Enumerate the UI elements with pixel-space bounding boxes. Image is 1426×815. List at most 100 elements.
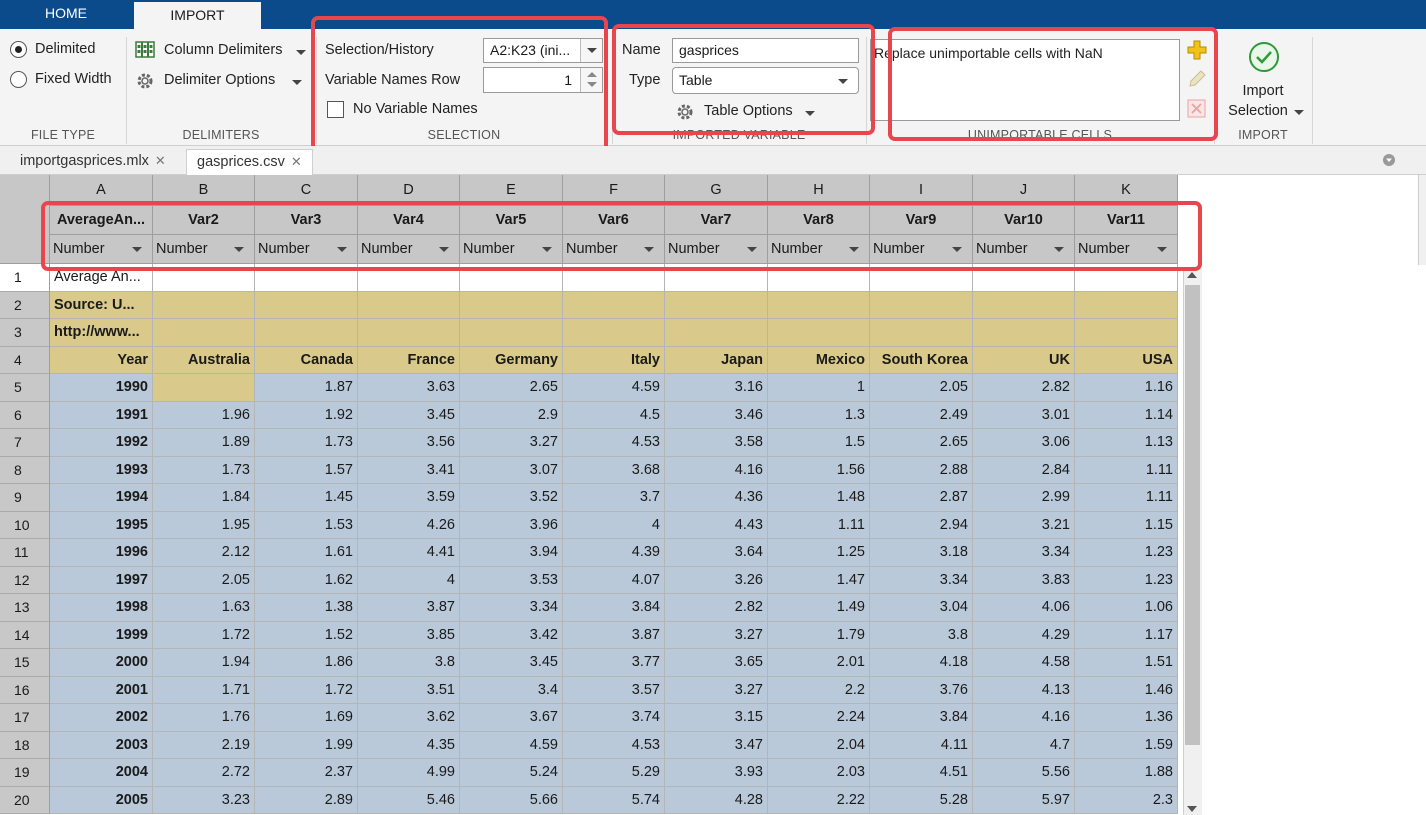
- grid-cell[interactable]: Average An...: [50, 264, 153, 292]
- grid-cell[interactable]: 4.53: [563, 429, 665, 457]
- grid-cell[interactable]: 2002: [50, 704, 153, 732]
- column-letter-header[interactable]: B: [153, 175, 255, 206]
- grid-cell[interactable]: 4.5: [563, 401, 665, 429]
- grid-cell[interactable]: 3.34: [973, 539, 1075, 567]
- grid-cell[interactable]: 1.36: [1075, 704, 1178, 732]
- grid-cell[interactable]: 4.99: [358, 759, 460, 787]
- grid-cell[interactable]: 4: [563, 511, 665, 539]
- grid-cell[interactable]: 5.24: [460, 759, 563, 787]
- grid-cell[interactable]: [973, 319, 1075, 347]
- grid-cell[interactable]: 1.51: [1075, 649, 1178, 677]
- grid-cell[interactable]: 1.11: [1075, 484, 1178, 512]
- grid-cell[interactable]: [870, 291, 973, 319]
- grid-cell[interactable]: [153, 291, 255, 319]
- column-letter-header[interactable]: C: [255, 175, 358, 206]
- variable-name-cell[interactable]: Var8: [768, 206, 870, 235]
- grid-cell[interactable]: 3.53: [460, 566, 563, 594]
- grid-cell[interactable]: 1.23: [1075, 539, 1178, 567]
- grid-cell[interactable]: [153, 264, 255, 292]
- grid-cell[interactable]: 3.26: [665, 566, 768, 594]
- variable-name-input[interactable]: gasprices: [672, 38, 859, 63]
- scroll-down-icon[interactable]: [1187, 806, 1197, 812]
- fixed-width-radio[interactable]: [10, 71, 27, 88]
- scroll-up-icon[interactable]: [1187, 272, 1197, 278]
- row-number[interactable]: 9: [0, 484, 50, 512]
- grid-cell[interactable]: 1996: [50, 539, 153, 567]
- grid-cell[interactable]: 3.58: [665, 429, 768, 457]
- grid-cell[interactable]: 1.73: [255, 429, 358, 457]
- variable-name-cell[interactable]: Var7: [665, 206, 768, 235]
- grid-cell[interactable]: 2.19: [153, 731, 255, 759]
- variable-type-dropdown[interactable]: Number: [50, 235, 153, 264]
- grid-cell[interactable]: 2.88: [870, 456, 973, 484]
- grid-cell[interactable]: 4.07: [563, 566, 665, 594]
- grid-cell[interactable]: 1.57: [255, 456, 358, 484]
- grid-cell[interactable]: 5.74: [563, 786, 665, 814]
- grid-cell[interactable]: 1.62: [255, 566, 358, 594]
- spinner-down-icon[interactable]: [587, 82, 597, 87]
- import-selection-button[interactable]: Import Selection: [1220, 41, 1306, 121]
- row-number[interactable]: 5: [0, 374, 50, 402]
- grid-cell[interactable]: 1994: [50, 484, 153, 512]
- grid-cell[interactable]: 1.15: [1075, 511, 1178, 539]
- grid-cell[interactable]: 4.18: [870, 649, 973, 677]
- close-icon[interactable]: ✕: [155, 153, 166, 168]
- grid-cell[interactable]: 1.17: [1075, 621, 1178, 649]
- close-icon[interactable]: ✕: [291, 154, 302, 169]
- row-number[interactable]: 6: [0, 401, 50, 429]
- grid-cell[interactable]: 3.87: [563, 621, 665, 649]
- grid-cell[interactable]: 3.34: [870, 566, 973, 594]
- grid-cell[interactable]: 4.59: [460, 731, 563, 759]
- row-number[interactable]: 3: [0, 319, 50, 347]
- grid-cell[interactable]: 2.37: [255, 759, 358, 787]
- grid-cell[interactable]: 1.11: [768, 511, 870, 539]
- grid-cell[interactable]: 2.24: [768, 704, 870, 732]
- grid-cell[interactable]: 2.3: [1075, 786, 1178, 814]
- row-number[interactable]: 11: [0, 539, 50, 567]
- grid-cell[interactable]: 2.84: [973, 456, 1075, 484]
- grid-cell[interactable]: 4.43: [665, 511, 768, 539]
- grid-cell[interactable]: 2.12: [153, 539, 255, 567]
- grid-cell[interactable]: 4.36: [665, 484, 768, 512]
- variable-name-cell[interactable]: Var10: [973, 206, 1075, 235]
- row-number[interactable]: 7: [0, 429, 50, 457]
- row-number[interactable]: 2: [0, 291, 50, 319]
- row-number[interactable]: 17: [0, 704, 50, 732]
- grid-cell[interactable]: 3.46: [665, 401, 768, 429]
- column-letter-header[interactable]: G: [665, 175, 768, 206]
- grid-cell[interactable]: 2003: [50, 731, 153, 759]
- grid-cell[interactable]: 3.8: [870, 621, 973, 649]
- grid-cell[interactable]: 5.66: [460, 786, 563, 814]
- grid-cell[interactable]: [1075, 319, 1178, 347]
- delimited-radio[interactable]: [10, 41, 27, 58]
- grid-cell[interactable]: [665, 291, 768, 319]
- grid-cell[interactable]: 3.34: [460, 594, 563, 622]
- grid-cell[interactable]: Japan: [665, 346, 768, 374]
- row-number[interactable]: 4: [0, 346, 50, 374]
- column-letter-header[interactable]: A: [50, 175, 153, 206]
- grid-cell[interactable]: 3.57: [563, 676, 665, 704]
- grid-cell[interactable]: 1.99: [255, 731, 358, 759]
- grid-cell[interactable]: 2.94: [870, 511, 973, 539]
- grid-cell[interactable]: 1997: [50, 566, 153, 594]
- grid-cell[interactable]: 1.56: [768, 456, 870, 484]
- variable-names-row-spinner[interactable]: 1: [483, 67, 603, 93]
- grid-cell[interactable]: [665, 319, 768, 347]
- grid-cell[interactable]: 1.16: [1075, 374, 1178, 402]
- grid-cell[interactable]: 2.87: [870, 484, 973, 512]
- grid-cell[interactable]: 1.84: [153, 484, 255, 512]
- grid-cell[interactable]: 3.51: [358, 676, 460, 704]
- grid-cell[interactable]: 1.3: [768, 401, 870, 429]
- grid-cell[interactable]: 3.93: [665, 759, 768, 787]
- grid-cell[interactable]: 2.89: [255, 786, 358, 814]
- grid-cell[interactable]: 4.11: [870, 731, 973, 759]
- variable-type-dropdown[interactable]: Number: [358, 235, 460, 264]
- grid-cell[interactable]: 1.52: [255, 621, 358, 649]
- grid-cell[interactable]: 4.59: [563, 374, 665, 402]
- row-number[interactable]: 18: [0, 731, 50, 759]
- grid-cell[interactable]: 1.47: [768, 566, 870, 594]
- grid-cell[interactable]: 2.22: [768, 786, 870, 814]
- grid-cell[interactable]: 3.18: [870, 539, 973, 567]
- grid-cell[interactable]: [358, 291, 460, 319]
- grid-cell[interactable]: [1075, 264, 1178, 292]
